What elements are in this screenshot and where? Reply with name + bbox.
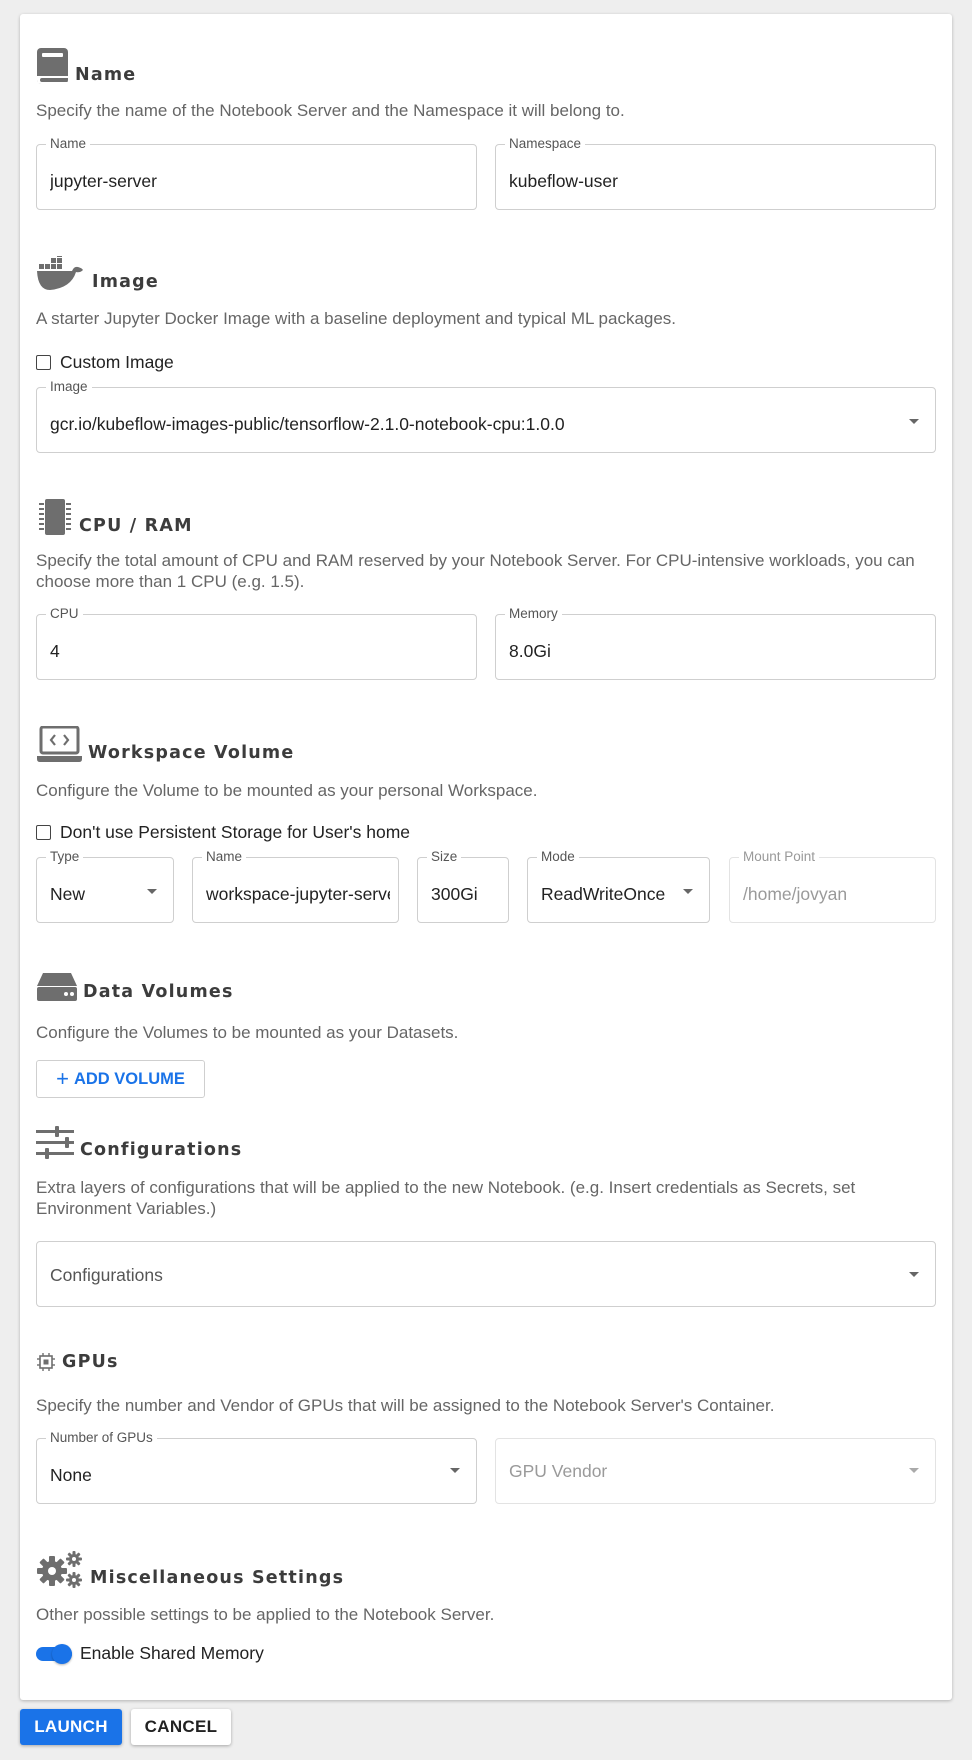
workspace-section-description: Configure the Volume to be mounted as yo… <box>36 781 538 800</box>
volume-mode-value[interactable]: ReadWriteOnce <box>541 884 679 904</box>
image-section-header: Image <box>36 256 159 292</box>
data-volumes-section-title: Data Volumes <box>83 982 234 1002</box>
volume-name-value[interactable]: workspace-jupyter-server <box>206 884 390 904</box>
configurations-section-title: Configurations <box>80 1140 243 1160</box>
no-persistent-storage-label: Don't use Persistent Storage for User's … <box>60 822 411 842</box>
namespace-value[interactable]: kubeflow-user <box>509 171 927 191</box>
plus-icon: + <box>56 1066 69 1091</box>
no-persistent-storage-option[interactable]: Don't use Persistent Storage for User's … <box>36 822 410 843</box>
shared-memory-option[interactable]: Enable Shared Memory <box>36 1643 264 1664</box>
mount-point-field[interactable]: Mount Point /home/jovyan <box>729 849 936 923</box>
volume-size-field[interactable]: Size 300Gi <box>417 849 509 923</box>
notebook-name-label: Name <box>46 136 91 152</box>
cpu-ram-section-header: CPU / RAM <box>36 498 193 536</box>
cpu-field[interactable]: CPU 4 <box>36 606 477 680</box>
custom-image-label: Custom Image <box>60 352 174 372</box>
chevron-down-icon[interactable] <box>909 419 919 424</box>
gpu-chip-icon <box>36 1352 56 1372</box>
hard-drive-icon <box>36 972 78 1002</box>
chevron-down-icon[interactable] <box>147 889 157 894</box>
laptop-code-icon <box>36 726 83 763</box>
image-select[interactable]: Image gcr.io/kubeflow-images-public/tens… <box>36 379 936 453</box>
configurations-section-description: Extra layers of configurations that will… <box>36 1178 856 1218</box>
cpu-value[interactable]: 4 <box>50 641 468 661</box>
volume-size-value[interactable]: 300Gi <box>431 884 500 904</box>
gpu-vendor-select[interactable]: GPU Vendor <box>495 1438 936 1504</box>
misc-section-header: Miscellaneous Settings <box>36 1550 344 1588</box>
memory-label: Memory <box>505 606 562 622</box>
image-select-value[interactable]: gcr.io/kubeflow-images-public/tensorflow… <box>50 414 927 434</box>
number-of-gpus-value[interactable]: None <box>50 1465 468 1485</box>
sliders-icon <box>36 1126 74 1160</box>
volume-name-field[interactable]: Name workspace-jupyter-server <box>192 849 399 923</box>
memory-field[interactable]: Memory 8.0Gi <box>495 606 936 680</box>
volume-type-label: Type <box>46 849 84 865</box>
number-of-gpus-label: Number of GPUs <box>46 1430 157 1446</box>
toggle-knob[interactable] <box>52 1643 72 1664</box>
chevron-down-icon[interactable] <box>909 1468 919 1473</box>
chevron-down-icon[interactable] <box>683 889 693 894</box>
data-volumes-section-description: Configure the Volumes to be mounted as y… <box>36 1023 459 1042</box>
volume-mode-label: Mode <box>537 849 579 865</box>
chevron-down-icon[interactable] <box>909 1272 919 1277</box>
gpus-section-header: GPUs <box>36 1352 119 1372</box>
cpu-ram-section-title: CPU / RAM <box>79 516 193 536</box>
shared-memory-toggle[interactable] <box>36 1643 72 1664</box>
namespace-label: Namespace <box>505 136 586 152</box>
notebook-name-value[interactable]: jupyter-server <box>50 171 468 191</box>
gpu-vendor-placeholder[interactable]: GPU Vendor <box>509 1461 927 1481</box>
gears-icon <box>36 1550 84 1588</box>
launch-button[interactable]: LAUNCH <box>20 1709 122 1745</box>
memory-value[interactable]: 8.0Gi <box>509 641 927 661</box>
add-volume-button[interactable]: + ADD VOLUME <box>36 1060 205 1098</box>
image-section-title: Image <box>92 272 159 292</box>
cancel-button[interactable]: CANCEL <box>131 1709 231 1745</box>
cpu-ram-section-description: Specify the total amount of CPU and RAM … <box>36 551 915 591</box>
configurations-section-header: Configurations <box>36 1126 242 1160</box>
volume-type-value[interactable]: New <box>50 884 165 904</box>
notebook-name-field[interactable]: Name jupyter-server <box>36 136 477 210</box>
docker-icon <box>36 256 84 292</box>
volume-name-label: Name <box>202 849 247 865</box>
book-icon <box>36 47 69 85</box>
shared-memory-label: Enable Shared Memory <box>80 1643 264 1663</box>
volume-type-select[interactable]: Type New <box>36 849 174 923</box>
image-section-description: A starter Jupyter Docker Image with a ba… <box>36 309 677 328</box>
name-section-description: Specify the name of the Notebook Server … <box>36 101 625 120</box>
gpus-section-title: GPUs <box>62 1352 119 1372</box>
misc-section-title: Miscellaneous Settings <box>90 1568 345 1588</box>
add-volume-label: ADD VOLUME <box>73 1069 185 1088</box>
custom-image-checkbox[interactable] <box>36 355 51 370</box>
volume-size-label: Size <box>427 849 462 865</box>
workspace-section-header: Workspace Volume <box>36 726 294 763</box>
cpu-label: CPU <box>46 606 83 622</box>
workspace-section-title: Workspace Volume <box>88 743 295 763</box>
volume-mode-select[interactable]: Mode ReadWriteOnce <box>527 849 710 923</box>
chevron-down-icon[interactable] <box>450 1468 460 1473</box>
no-persistent-storage-checkbox[interactable] <box>36 825 51 840</box>
name-section-header: Name <box>36 47 136 85</box>
misc-section-description: Other possible settings to be applied to… <box>36 1605 495 1624</box>
memory-chip-icon <box>36 498 74 536</box>
number-of-gpus-select[interactable]: Number of GPUs None <box>36 1430 477 1504</box>
mount-point-placeholder[interactable]: /home/jovyan <box>743 884 927 904</box>
custom-image-option[interactable]: Custom Image <box>36 352 174 373</box>
image-select-label: Image <box>46 379 92 395</box>
name-section-title: Name <box>75 65 137 85</box>
configurations-placeholder[interactable]: Configurations <box>50 1265 927 1285</box>
namespace-field[interactable]: Namespace kubeflow-user <box>495 136 936 210</box>
configurations-select[interactable]: Configurations <box>36 1241 936 1307</box>
mount-point-label: Mount Point <box>739 849 820 865</box>
gpus-section-description: Specify the number and Vendor of GPUs th… <box>36 1396 775 1415</box>
data-volumes-section-header: Data Volumes <box>36 972 234 1002</box>
